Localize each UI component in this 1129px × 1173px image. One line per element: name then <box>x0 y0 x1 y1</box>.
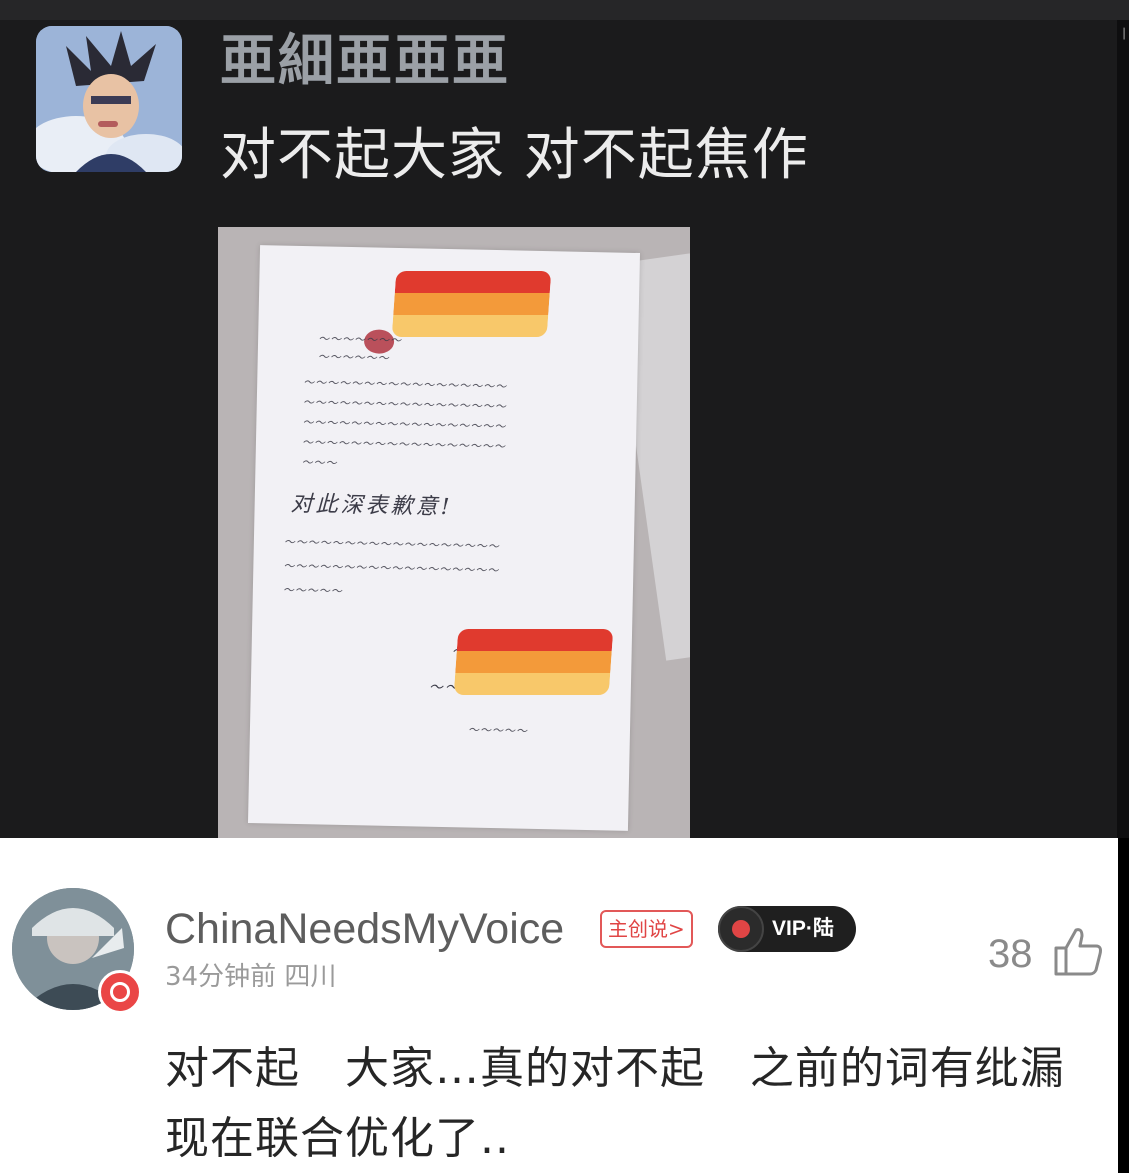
letter-scribble: ～～～～～～～～～～～～～～～～～ <box>302 416 507 434</box>
comment-text: 对不起 大家…真的对不起 之前的词有纰漏 现在联合优化了.. <box>165 1034 1110 1173</box>
letter-scribble: ～～～～～～～～～～～～～～～～～ <box>302 396 507 414</box>
top-post: │ 亜細亜亜亜 对不起大家 对不起焦作 ～～～～～～～ ～～～～～～ ～～～～～… <box>0 0 1129 838</box>
letter-apology-line: 对此深表歉意! <box>290 491 453 521</box>
letter-scribble: ～～～～～～～～～～～～～～～～～ <box>301 436 507 454</box>
letter-date: ～～～～～ <box>467 723 529 738</box>
vip-label: VIP·陆 <box>772 917 834 940</box>
letter-scribble: ～～～～～～～ <box>318 332 403 348</box>
comment-text-line1: 对不起 大家…真的对不起 之前的词有纰漏 <box>165 1043 1065 1094</box>
like-count: 38 <box>988 932 1033 976</box>
music-disc-icon <box>718 906 764 952</box>
censor-sticker <box>453 629 614 695</box>
letter-scribble: ～～～～～～～～～～～～～～～～～ <box>303 376 508 394</box>
right-edge <box>1118 838 1129 1173</box>
letter-scribble: ～～～～～～～～～～～～～～～～～～ <box>283 535 500 554</box>
letter-scribble: ～～～～～ <box>282 583 343 598</box>
commenter-username[interactable]: ChinaNeedsMyVoice <box>165 904 564 954</box>
letter-scribble: ～～～～～～～～～～～～～～～～～～ <box>283 559 500 578</box>
censor-sticker <box>391 271 552 337</box>
thumbs-up-icon[interactable] <box>1050 924 1106 980</box>
comment-card: ChinaNeedsMyVoice 主创说> VIP·陆 34分钟前 四川 38… <box>0 838 1118 1173</box>
scroll-marker-icon: │ <box>1121 29 1128 40</box>
letter-scribble: ～～～～～～ <box>317 350 390 365</box>
avatar[interactable] <box>36 26 182 172</box>
creator-say-tag[interactable]: 主创说> <box>600 910 693 948</box>
comment-location: 四川 <box>284 962 337 992</box>
letter-scribble: ～～～ <box>301 456 338 470</box>
comment-text-line2: 现在联合优化了.. <box>165 1113 510 1164</box>
post-username[interactable]: 亜細亜亜亜 <box>220 30 510 94</box>
post-message: 对不起大家 对不起焦作 <box>220 123 809 188</box>
anime-avatar-image <box>36 26 182 172</box>
comment-time: 34分钟前 <box>165 962 277 992</box>
letter-photo[interactable]: ～～～～～～～ ～～～～～～ ～～～～～～～～～～～～～～～～～ ～～～～～～～… <box>218 227 690 838</box>
right-edge <box>1117 20 1129 838</box>
comment-meta: 34分钟前 四川 <box>165 960 336 994</box>
music-badge-icon <box>98 970 142 1014</box>
top-strip <box>0 0 1129 20</box>
vip-badge[interactable]: VIP·陆 <box>718 906 856 952</box>
